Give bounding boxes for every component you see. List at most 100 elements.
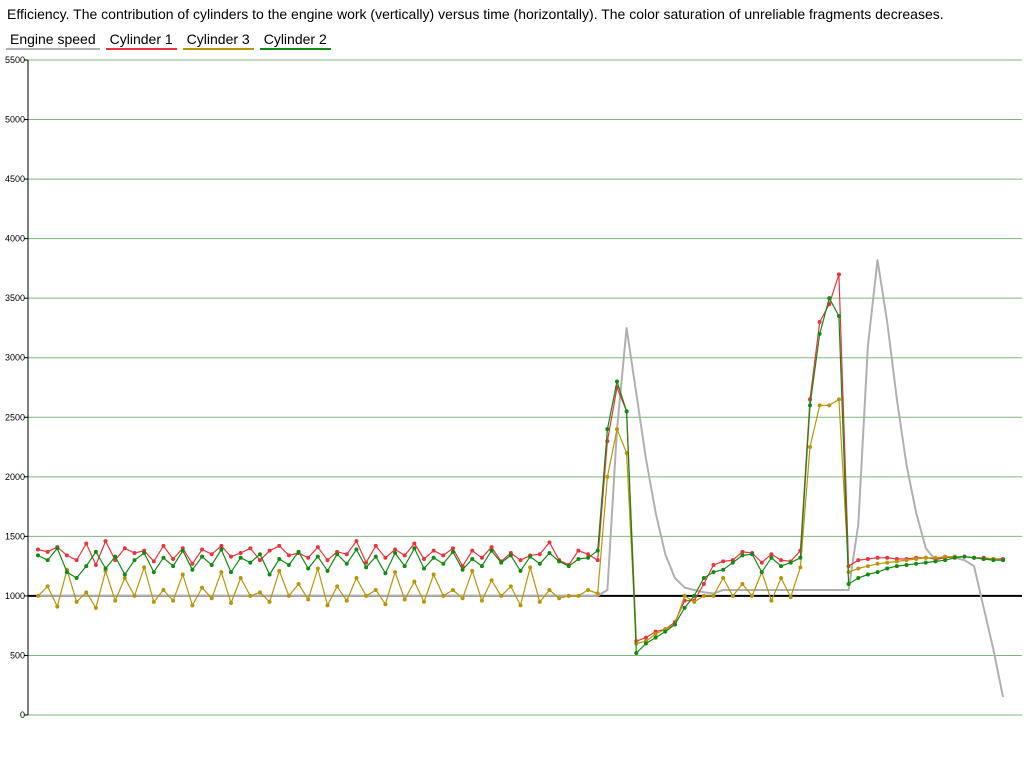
data-point-cylinder-3 bbox=[595, 591, 600, 596]
data-point-cylinder-2 bbox=[528, 554, 533, 559]
data-point-cylinder-1 bbox=[586, 552, 591, 557]
data-point-cylinder-2 bbox=[422, 566, 426, 571]
y-tick-label: 2000 bbox=[5, 472, 25, 482]
data-point-cylinder-1 bbox=[422, 556, 426, 561]
data-point-cylinder-2 bbox=[441, 561, 446, 566]
y-tick-label: 5500 bbox=[5, 55, 25, 65]
data-point-cylinder-1 bbox=[267, 548, 272, 553]
data-point-cylinder-3 bbox=[605, 474, 610, 479]
data-point-cylinder-3 bbox=[296, 582, 301, 586]
data-point-cylinder-3 bbox=[412, 579, 417, 584]
data-point-cylinder-2 bbox=[161, 555, 166, 560]
data-point-cylinder-2 bbox=[972, 555, 977, 560]
data-point-cylinder-2 bbox=[383, 571, 388, 576]
data-point-cylinder-2 bbox=[885, 566, 890, 571]
data-point-cylinder-1 bbox=[865, 556, 870, 561]
data-point-cylinder-2 bbox=[547, 551, 552, 556]
data-point-cylinder-1 bbox=[103, 539, 108, 544]
data-point-cylinder-3 bbox=[142, 565, 147, 570]
data-point-cylinder-3 bbox=[740, 582, 745, 586]
data-point-cylinder-2 bbox=[93, 549, 98, 554]
data-point-cylinder-3 bbox=[711, 593, 716, 598]
series-line-cylinder-1 bbox=[37, 273, 1003, 642]
data-point-cylinder-3 bbox=[750, 593, 755, 598]
data-point-cylinder-1 bbox=[547, 540, 552, 545]
data-point-cylinder-2 bbox=[624, 409, 629, 414]
y-tick-label: 4000 bbox=[5, 234, 25, 244]
data-point-cylinder-2 bbox=[364, 565, 369, 570]
data-point-cylinder-3 bbox=[489, 578, 494, 583]
data-point-cylinder-2 bbox=[277, 556, 282, 561]
data-point-cylinder-2 bbox=[460, 567, 465, 572]
data-point-cylinder-2 bbox=[373, 554, 378, 559]
data-point-cylinder-3 bbox=[354, 576, 359, 581]
data-point-cylinder-2 bbox=[981, 556, 986, 561]
data-point-cylinder-3 bbox=[682, 593, 687, 598]
data-point-cylinder-3 bbox=[885, 560, 890, 565]
data-point-cylinder-1 bbox=[219, 543, 224, 548]
data-point-cylinder-3 bbox=[904, 558, 909, 563]
data-point-cylinder-3 bbox=[586, 587, 591, 592]
data-point-cylinder-2 bbox=[151, 570, 156, 575]
data-point-cylinder-2 bbox=[779, 564, 784, 569]
data-point-cylinder-1 bbox=[402, 553, 407, 558]
data-point-cylinder-3 bbox=[528, 565, 533, 570]
data-point-cylinder-2 bbox=[798, 555, 803, 560]
data-point-cylinder-3 bbox=[450, 587, 455, 592]
data-point-cylinder-2 bbox=[132, 558, 137, 563]
y-tick-label: 3500 bbox=[5, 293, 25, 303]
data-point-cylinder-3 bbox=[364, 593, 369, 598]
data-point-cylinder-1 bbox=[595, 558, 600, 563]
data-point-cylinder-3 bbox=[229, 601, 233, 606]
data-point-cylinder-2 bbox=[248, 560, 253, 565]
data-point-cylinder-3 bbox=[479, 598, 484, 603]
data-point-cylinder-2 bbox=[692, 593, 697, 598]
data-point-cylinder-1 bbox=[64, 553, 69, 558]
data-point-cylinder-2 bbox=[393, 551, 398, 556]
data-point-cylinder-2 bbox=[296, 549, 301, 554]
data-point-cylinder-2 bbox=[190, 567, 195, 572]
data-point-cylinder-2 bbox=[808, 403, 812, 408]
data-point-cylinder-2 bbox=[1001, 558, 1005, 563]
data-point-cylinder-2 bbox=[643, 641, 648, 646]
data-point-cylinder-3 bbox=[865, 564, 870, 569]
data-point-cylinder-3 bbox=[943, 554, 948, 559]
series-line-engine-speed bbox=[38, 259, 1004, 698]
data-point-cylinder-3 bbox=[325, 603, 330, 608]
data-point-cylinder-3 bbox=[518, 603, 523, 608]
data-point-cylinder-2 bbox=[586, 555, 591, 560]
data-point-cylinder-3 bbox=[875, 561, 880, 566]
data-point-cylinder-3 bbox=[393, 570, 398, 575]
y-tick-label: 1000 bbox=[5, 591, 25, 601]
data-point-cylinder-3 bbox=[721, 576, 726, 581]
data-point-cylinder-3 bbox=[836, 397, 841, 402]
data-point-cylinder-2 bbox=[595, 548, 600, 553]
data-point-cylinder-2 bbox=[817, 331, 822, 336]
data-point-cylinder-3 bbox=[441, 593, 446, 598]
data-point-cylinder-1 bbox=[518, 558, 523, 563]
data-point-cylinder-3 bbox=[248, 593, 253, 598]
data-point-cylinder-2 bbox=[267, 572, 272, 577]
data-point-cylinder-1 bbox=[36, 547, 40, 552]
data-point-cylinder-1 bbox=[441, 553, 446, 558]
data-point-cylinder-3 bbox=[933, 555, 938, 560]
data-point-cylinder-2 bbox=[730, 560, 735, 565]
data-point-cylinder-1 bbox=[740, 549, 745, 554]
data-point-cylinder-2 bbox=[557, 559, 562, 564]
data-point-cylinder-2 bbox=[788, 560, 793, 565]
data-point-cylinder-3 bbox=[335, 584, 340, 589]
data-point-cylinder-2 bbox=[238, 555, 243, 560]
data-point-cylinder-3 bbox=[344, 598, 349, 603]
data-point-cylinder-2 bbox=[354, 547, 359, 552]
data-point-cylinder-1 bbox=[248, 546, 253, 551]
data-point-cylinder-2 bbox=[750, 552, 755, 557]
data-point-cylinder-1 bbox=[885, 555, 890, 560]
data-point-cylinder-2 bbox=[257, 552, 262, 557]
data-point-cylinder-1 bbox=[817, 320, 822, 324]
data-point-cylinder-3 bbox=[402, 597, 407, 602]
data-point-cylinder-3 bbox=[701, 593, 706, 598]
data-point-cylinder-2 bbox=[566, 564, 571, 569]
data-point-cylinder-1 bbox=[151, 559, 156, 564]
data-point-cylinder-2 bbox=[711, 570, 716, 575]
data-point-cylinder-2 bbox=[325, 568, 330, 573]
